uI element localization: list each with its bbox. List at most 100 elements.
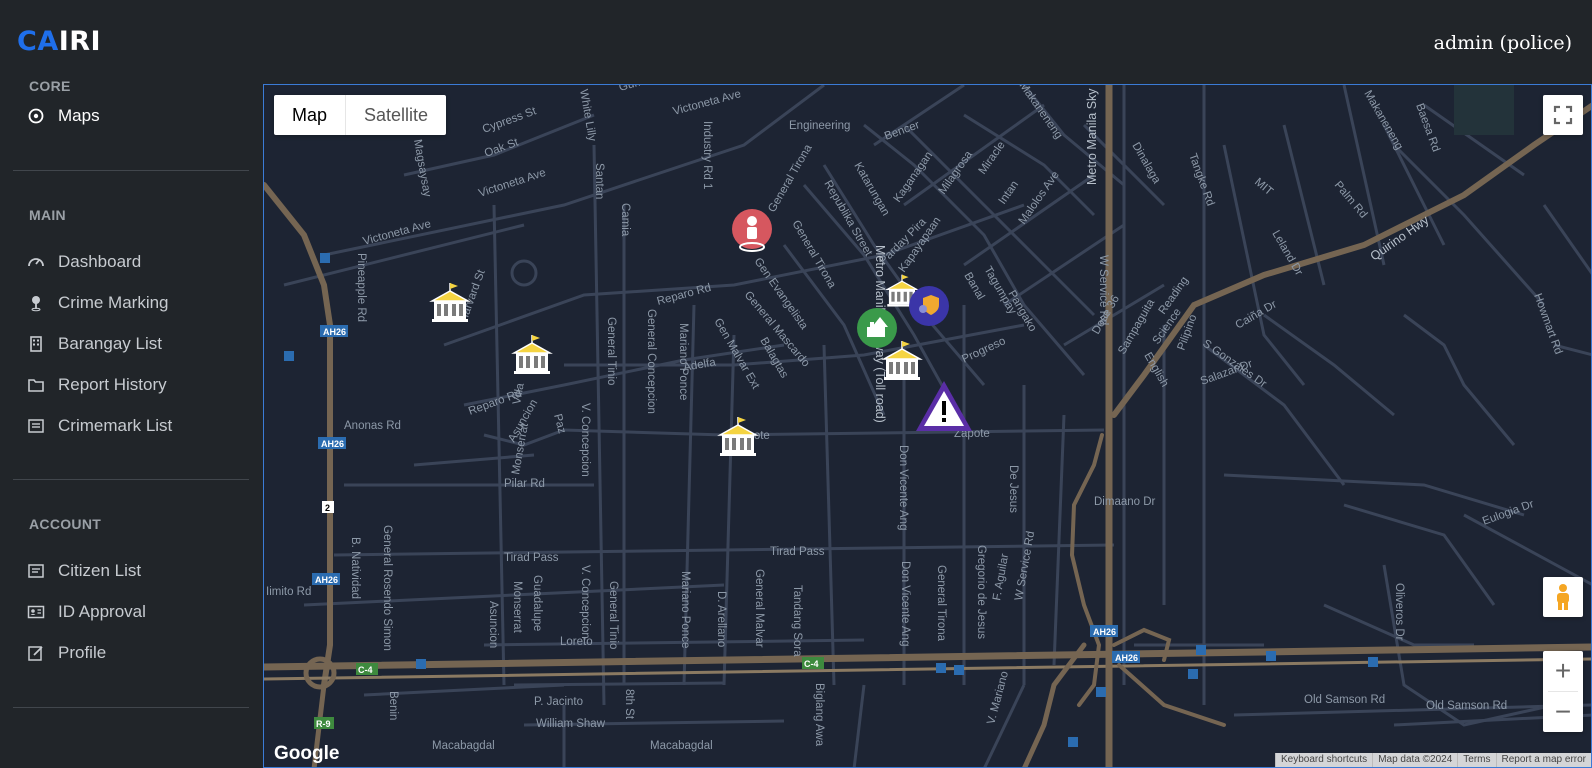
brand-part-1: CA <box>17 26 59 57</box>
sidebar-item-dashboard[interactable]: Dashboard <box>27 248 141 276</box>
sidebar-item-barangay-list[interactable]: Barangay List <box>27 330 162 358</box>
section-core-heading: CORE <box>29 78 71 94</box>
zoom-out-button[interactable]: − <box>1543 692 1583 732</box>
sidebar-item-id-approval[interactable]: ID Approval <box>27 598 146 626</box>
map-attribution: Keyboard shortcuts Map data ©2024 Terms … <box>1275 753 1591 767</box>
svg-text:Pilar Rd: Pilar Rd <box>504 478 545 490</box>
svg-text:Paz: Paz <box>551 413 568 435</box>
svg-text:MIT: MIT <box>1252 176 1275 198</box>
svg-text:Victoneta Ave: Victoneta Ave <box>477 167 547 200</box>
svg-text:Howmart Rd: Howmart Rd <box>1531 292 1564 356</box>
barangay-hall-icon[interactable] <box>716 415 760 464</box>
map-canvas[interactable]: Engineering Victoneta Ave Cypress St Oak… <box>263 84 1592 768</box>
svg-text:Old Samson Rd: Old Samson Rd <box>1426 700 1507 712</box>
svg-text:Miracle: Miracle <box>977 139 1008 176</box>
folder-icon <box>27 376 45 394</box>
map-type-satellite-button[interactable]: Satellite <box>346 95 446 135</box>
svg-text:General Tinio: General Tinio <box>605 317 617 385</box>
divider <box>13 707 249 708</box>
svg-text:AH26: AH26 <box>1115 653 1138 663</box>
edit-icon <box>27 644 45 662</box>
svg-text:Guadalupe: Guadalupe <box>531 575 543 631</box>
svg-text:White Lilly: White Lilly <box>577 88 598 142</box>
svg-text:Malolos Ave: Malolos Ave <box>1017 169 1062 227</box>
barangay-hall-icon[interactable] <box>428 281 472 330</box>
svg-text:William Shaw: William Shaw <box>536 718 606 730</box>
section-account-heading: ACCOUNT <box>29 516 102 532</box>
svg-text:Makaneneng: Makaneneng <box>1361 89 1405 153</box>
svg-text:Loreto: Loreto <box>560 636 593 648</box>
sidebar-item-maps[interactable]: Maps <box>27 102 100 130</box>
svg-text:Tirad Pass: Tirad Pass <box>504 552 559 564</box>
sidebar: CORE Maps MAIN Dashboard Crime Marking B… <box>0 70 262 768</box>
sidebar-item-report-history[interactable]: Report History <box>27 371 167 399</box>
svg-text:Mariano Ponce: Mariano Ponce <box>677 323 689 400</box>
sidebar-item-label: Citizen List <box>58 561 142 580</box>
svg-text:Victoneta Ave: Victoneta Ave <box>672 88 743 118</box>
sidebar-item-crimemark-list[interactable]: Crimemark List <box>27 412 172 440</box>
sidebar-item-label: Crimemark List <box>58 416 173 435</box>
sidebar-item-citizen-list[interactable]: Citizen List <box>27 557 141 585</box>
divider <box>13 170 249 171</box>
svg-text:Benin: Benin <box>387 691 399 720</box>
svg-text:Baesa Rd: Baesa Rd <box>1413 102 1442 154</box>
svg-text:Progreso: Progreso <box>960 335 1007 366</box>
sidebar-item-profile[interactable]: Profile <box>27 639 106 667</box>
crime-marker-person-icon[interactable] <box>730 209 774 264</box>
user-label[interactable]: admin (police) <box>1434 32 1572 54</box>
svg-text:General Tirona: General Tirona <box>766 142 815 214</box>
fullscreen-button[interactable] <box>1543 95 1583 135</box>
pegman-icon <box>1557 584 1569 610</box>
svg-text:Tangke Rd: Tangke Rd <box>1186 152 1216 208</box>
map-type-control: Map Satellite <box>274 95 447 135</box>
keyboard-shortcuts-link[interactable]: Keyboard shortcuts <box>1275 753 1372 767</box>
svg-text:Villa: Villa <box>511 382 527 406</box>
crime-marker-police-icon[interactable] <box>908 285 950 332</box>
pin-icon <box>27 294 45 312</box>
svg-text:Monserrat: Monserrat <box>511 581 523 634</box>
barangay-hall-icon[interactable] <box>510 333 554 382</box>
svg-text:General Tinio: General Tinio <box>607 581 619 649</box>
svg-text:D. Arellano: D. Arellano <box>715 591 727 647</box>
section-main-heading: MAIN <box>29 207 66 223</box>
zoom-in-button[interactable]: + <box>1543 651 1583 691</box>
svg-text:Gregorio de Jesus: Gregorio de Jesus <box>975 545 987 639</box>
street-view-pegman-button[interactable] <box>1543 577 1583 617</box>
svg-text:Biglang Awa: Biglang Awa <box>813 683 825 747</box>
svg-text:W Service Rd: W Service Rd <box>1013 530 1037 601</box>
svg-text:AH26: AH26 <box>321 439 344 449</box>
fullscreen-icon <box>1553 105 1573 125</box>
svg-text:General Rosendo Simon: General Rosendo Simon <box>381 525 393 651</box>
svg-text:Santan: Santan <box>593 163 605 199</box>
brand-part-2: IRI <box>58 26 102 57</box>
list-icon <box>27 417 45 435</box>
svg-text:Palm Rd: Palm Rd <box>1332 179 1370 221</box>
svg-text:Old Samson Rd: Old Samson Rd <box>1304 694 1385 706</box>
gauge-icon <box>27 253 45 271</box>
brand-logo[interactable]: CAIRI <box>17 26 101 57</box>
card-icon <box>27 562 45 580</box>
warning-icon[interactable] <box>914 379 974 440</box>
google-logo[interactable]: Google <box>274 743 339 765</box>
svg-text:Katarungan: Katarungan <box>851 161 891 219</box>
sidebar-item-label: Dashboard <box>58 252 142 271</box>
svg-text:Eulogia Dr: Eulogia Dr <box>1481 498 1536 528</box>
svg-text:Makaneneng: Makaneneng <box>1017 85 1065 141</box>
svg-text:Tirad Pass: Tirad Pass <box>770 546 825 558</box>
divider <box>13 479 249 480</box>
svg-text:C-4: C-4 <box>358 665 373 675</box>
sidebar-item-label: Crime Marking <box>58 293 169 312</box>
svg-text:General Malvar: General Malvar <box>753 569 765 648</box>
svg-text:Cypress St: Cypress St <box>481 105 539 136</box>
svg-text:C-4: C-4 <box>804 659 819 669</box>
svg-text:De Jesus: De Jesus <box>1007 465 1019 513</box>
svg-text:General Concepcion: General Concepcion <box>645 309 657 414</box>
report-error-link[interactable]: Report a map error <box>1495 753 1591 767</box>
svg-text:Iimito Rd: Iimito Rd <box>266 586 311 598</box>
map-type-map-button[interactable]: Map <box>274 95 347 135</box>
crime-marker-green-icon[interactable] <box>856 307 898 354</box>
terms-link[interactable]: Terms <box>1457 753 1495 767</box>
svg-text:AH26: AH26 <box>1093 627 1116 637</box>
sidebar-item-crime-marking[interactable]: Crime Marking <box>27 289 169 317</box>
svg-text:8th St: 8th St <box>623 689 635 720</box>
